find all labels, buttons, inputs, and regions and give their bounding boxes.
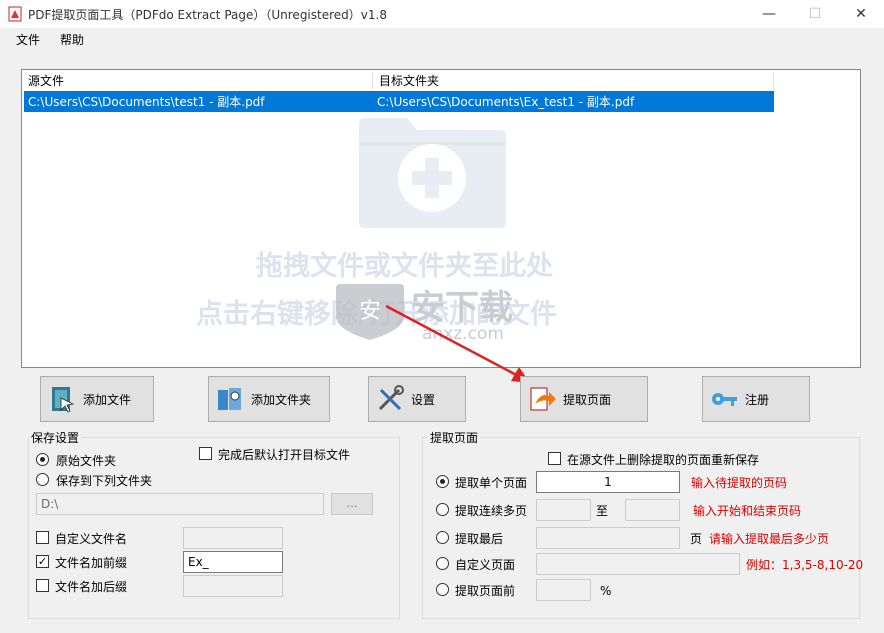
- radio-single-page[interactable]: [436, 475, 449, 488]
- minimize-button[interactable]: —: [746, 0, 792, 28]
- menu-help[interactable]: 帮助: [60, 31, 84, 48]
- add-folder-icon: [218, 388, 241, 410]
- save-settings-title: 保存设置: [29, 429, 82, 446]
- tools-icon: [378, 385, 404, 411]
- checkbox-open-after[interactable]: [199, 447, 212, 460]
- range-to-label: 至: [596, 504, 609, 518]
- radio-original-folder[interactable]: [36, 453, 49, 466]
- last-pages-hint: 请输入提取最后多少页: [709, 532, 830, 546]
- custom-pages-field[interactable]: [536, 553, 740, 575]
- custom-name-label: 自定义文件名: [55, 532, 128, 546]
- checkbox-add-suffix[interactable]: [36, 579, 49, 592]
- menu-file[interactable]: 文件: [16, 31, 40, 48]
- app-pdf-icon: [8, 6, 22, 22]
- column-header-source[interactable]: 源文件: [22, 72, 373, 90]
- radio-custom-pages[interactable]: [436, 557, 449, 570]
- title-bar: PDF提取页面工具（PDFdo Extract Page）（Unregister…: [0, 0, 884, 28]
- svg-text:安: 安: [359, 299, 381, 324]
- checkbox-add-prefix[interactable]: ✓: [36, 555, 49, 568]
- single-page-label: 提取单个页面: [455, 476, 528, 490]
- extract-pages-button[interactable]: 提取页面: [520, 376, 648, 422]
- custom-pages-hint: 例如：1,3,5-8,10-20: [746, 558, 864, 572]
- window-title: PDF提取页面工具（PDFdo Extract Page）（Unregister…: [28, 8, 387, 22]
- single-page-field[interactable]: 1: [536, 471, 680, 493]
- extract-settings-title: 提取页面: [428, 429, 481, 446]
- settings-button[interactable]: 设置: [368, 376, 466, 422]
- add-prefix-label: 文件名加前缀: [55, 556, 128, 570]
- radio-last-pages[interactable]: [436, 531, 449, 544]
- radio-range[interactable]: [436, 503, 449, 516]
- single-page-hint: 输入待提取的页码: [691, 476, 788, 490]
- folder-add-icon: [359, 118, 506, 228]
- add-file-label: 添加文件: [83, 392, 132, 407]
- register-button[interactable]: 注册: [702, 376, 810, 422]
- save-to-folder-label: 保存到下列文件夹: [56, 474, 153, 488]
- before-percent-field[interactable]: [536, 579, 591, 601]
- settings-label: 设置: [411, 392, 436, 407]
- maximize-button[interactable]: ☐: [792, 0, 838, 28]
- add-suffix-label: 文件名加后缀: [55, 580, 128, 594]
- open-after-label: 完成后默认打开目标文件: [218, 448, 351, 462]
- checkbox-custom-name[interactable]: [36, 531, 49, 544]
- output-folder-field[interactable]: D:\: [36, 493, 324, 515]
- extract-pdf-icon: [530, 387, 556, 411]
- range-end-field[interactable]: [625, 499, 680, 521]
- target-file-cell: C:\Users\CS\Documents\Ex_test1 - 副本.pdf: [377, 95, 635, 109]
- checkbox-delete-from-source[interactable]: [548, 452, 561, 465]
- radio-save-to-folder[interactable]: [36, 473, 49, 486]
- last-pages-unit: 页: [690, 532, 703, 546]
- suffix-field[interactable]: [183, 575, 283, 597]
- add-file-button[interactable]: 添加文件: [40, 376, 154, 422]
- delete-from-source-label: 在源文件上删除提取的页面重新保存: [567, 453, 760, 467]
- add-folder-label: 添加文件夹: [251, 392, 312, 407]
- add-file-icon: [52, 387, 75, 413]
- browse-button[interactable]: ...: [331, 493, 373, 515]
- table-row[interactable]: C:\Users\CS\Documents\test1 - 副本.pdf C:\…: [24, 91, 774, 112]
- range-start-field[interactable]: [536, 499, 591, 521]
- prefix-field[interactable]: Ex_: [183, 551, 283, 573]
- key-icon: [712, 393, 737, 406]
- range-hint: 输入开始和结束页码: [693, 504, 802, 518]
- custom-name-field[interactable]: [183, 527, 283, 549]
- add-folder-button[interactable]: 添加文件夹: [208, 376, 330, 422]
- source-file-cell: C:\Users\CS\Documents\test1 - 副本.pdf: [28, 95, 265, 109]
- radio-before-percent[interactable]: [436, 583, 449, 596]
- original-folder-label: 原始文件夹: [56, 454, 117, 468]
- extract-pages-label: 提取页面: [563, 392, 612, 407]
- last-pages-field[interactable]: [536, 527, 680, 549]
- close-button[interactable]: ✕: [838, 0, 884, 28]
- column-header-target[interactable]: 目标文件夹: [373, 72, 774, 90]
- range-label: 提取连续多页: [455, 504, 528, 518]
- register-label: 注册: [745, 392, 770, 407]
- menu-bar: 文件 帮助: [0, 28, 884, 50]
- last-pages-label: 提取最后: [455, 532, 504, 546]
- percent-unit: %: [600, 584, 612, 598]
- custom-pages-label: 自定义页面: [455, 558, 516, 572]
- before-percent-label: 提取页面前: [455, 584, 516, 598]
